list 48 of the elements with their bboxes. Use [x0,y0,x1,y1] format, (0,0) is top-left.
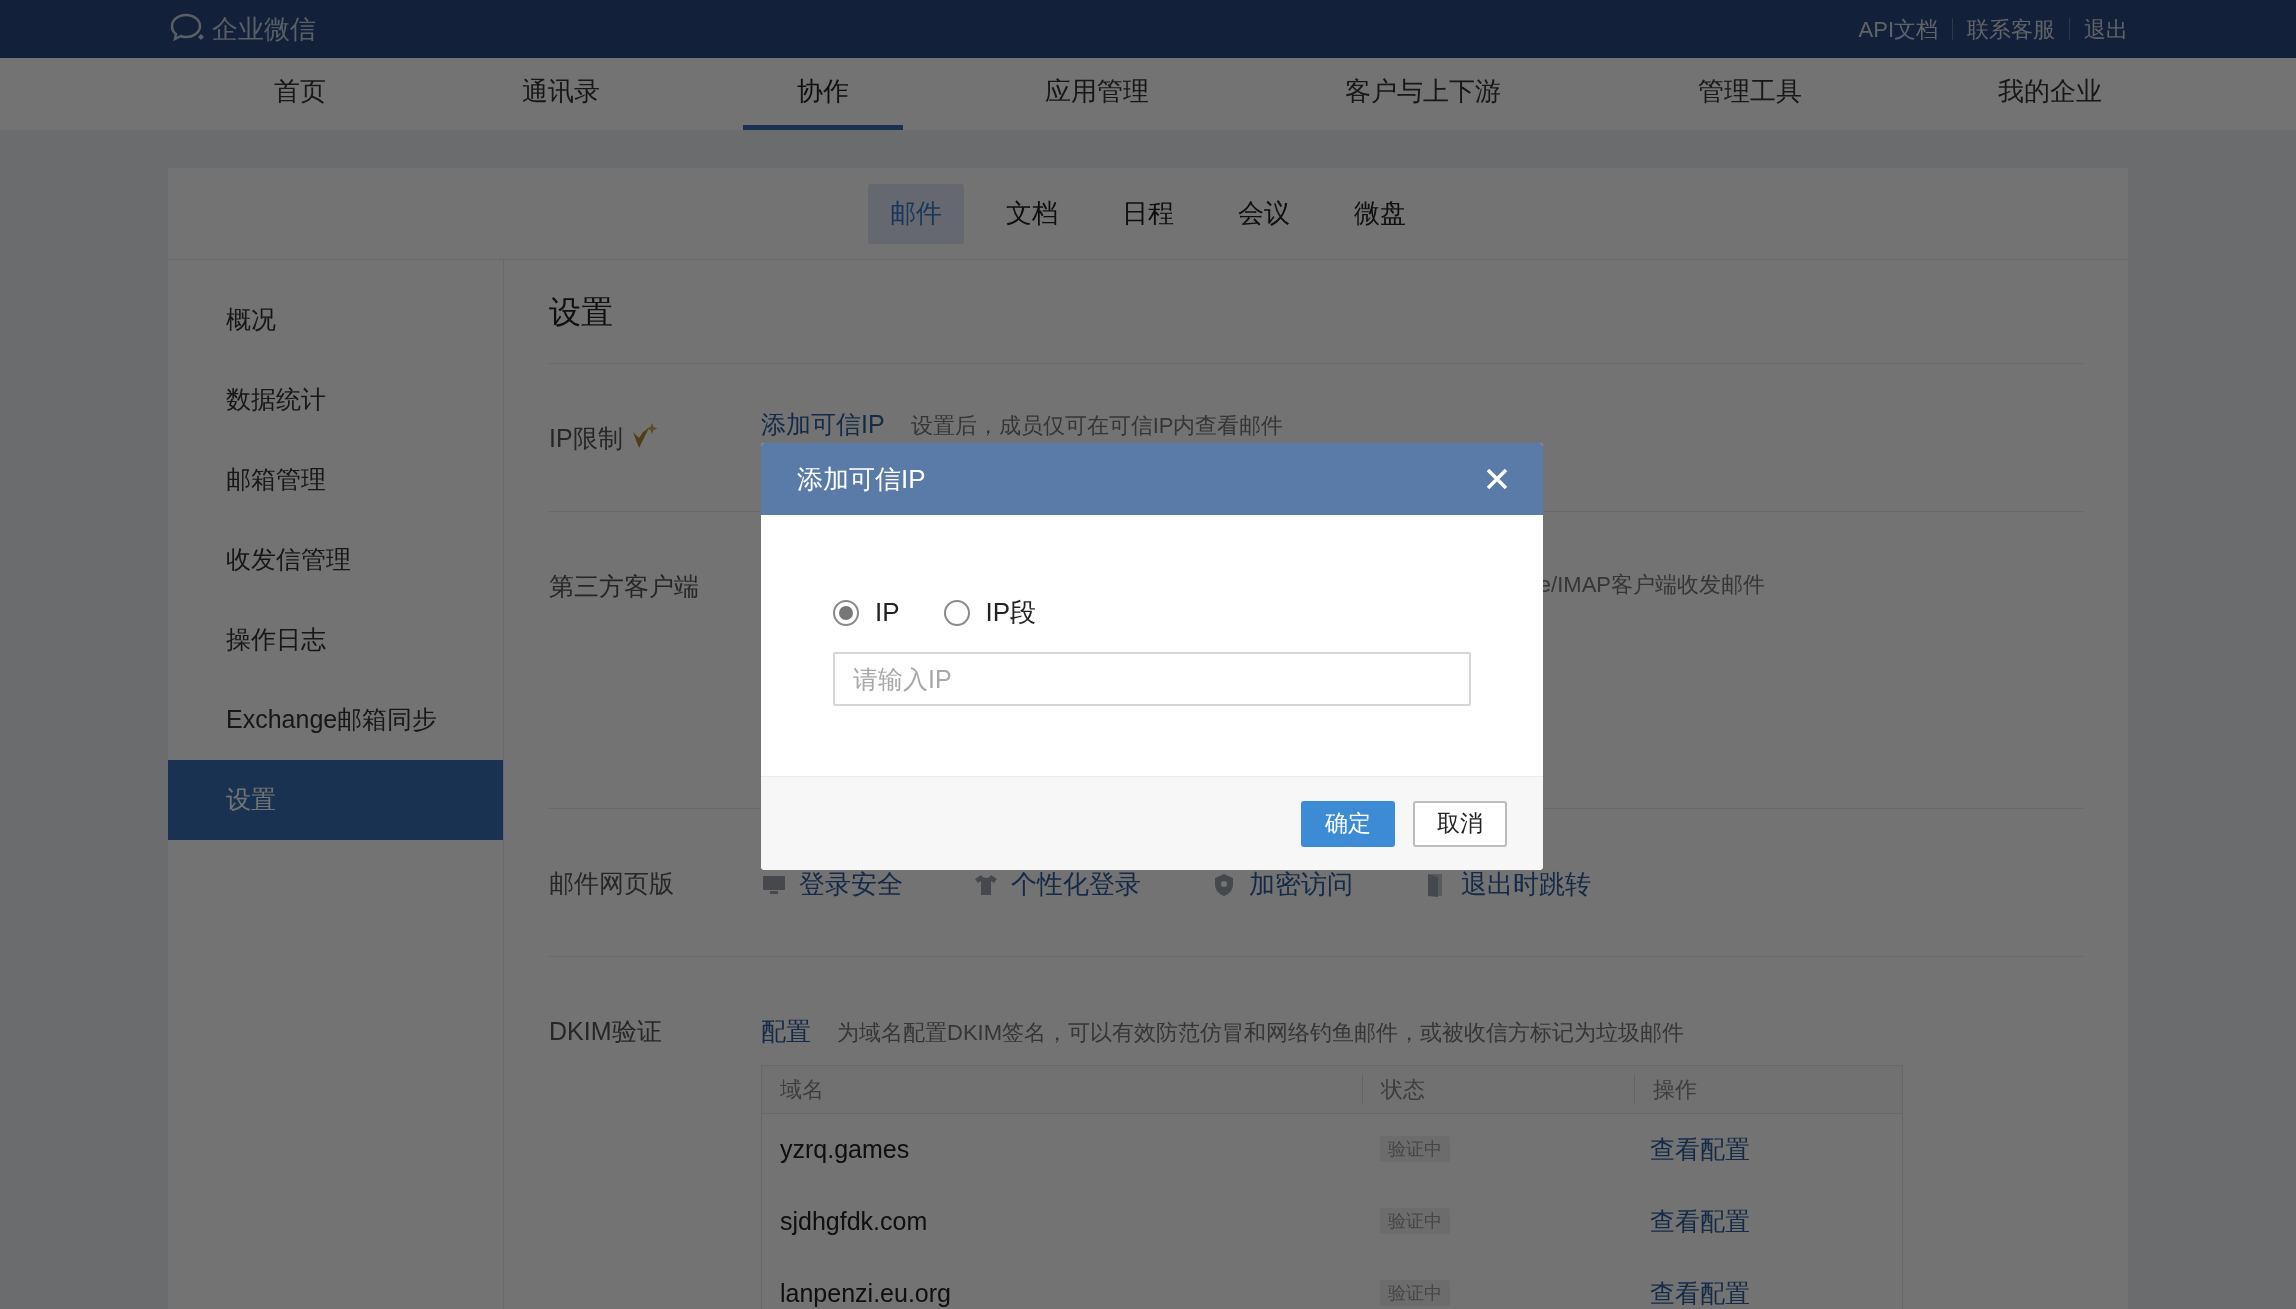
top-link[interactable]: 退出 [2084,12,2128,46]
top-link[interactable]: 联系客服 [1967,12,2055,46]
setting-link[interactable]: 配置 [761,1013,811,1051]
setting-link[interactable]: 添加可信IP [761,406,885,444]
sparkle-icon [630,422,659,450]
ip-input-field[interactable]: 请输入IP [833,652,1471,706]
nav-tab[interactable]: 通讯录 [468,58,655,130]
close-icon[interactable] [1485,467,1509,491]
sidebar-item[interactable]: 概况 [168,280,503,360]
page-title: 设置 [549,260,2083,364]
nav-tab[interactable]: 首页 [220,58,380,130]
table-cell: yzrq.games [780,1134,910,1163]
nav-tab[interactable]: 协作 [742,58,903,130]
sub-tab[interactable]: 微盘 [1332,183,1428,244]
sub-tab[interactable]: 邮件 [868,183,964,244]
setting-note: 为域名配置DKIM签名，可以有效防范仿冒和网络钓鱼邮件，或被收信方标记为垃圾邮件 [837,1019,1684,1047]
logo-text: 企业微信 [212,12,316,46]
setting-note: 设置后，成员仅可在可信IP内查看邮件 [910,412,1284,440]
radio-button[interactable] [833,599,859,626]
view-config-link[interactable]: 查看配置 [1650,1206,1750,1235]
table-cell: lanpenzi.eu.org [780,1278,951,1307]
setting-label: 第三方客户端 [549,571,699,602]
sub-tab[interactable]: 文档 [984,183,1080,244]
radio-label: IP段 [985,596,1037,629]
radio-label: IP [875,596,900,629]
sidebar-item[interactable]: 收发信管理 [168,520,503,600]
sidebar-item[interactable]: 操作日志 [168,600,503,680]
view-config-link[interactable]: 查看配置 [1650,1278,1750,1307]
top-link[interactable]: API文档 [1858,12,1938,46]
sidebar-item[interactable]: 数据统计 [168,360,503,440]
view-config-link[interactable]: 查看配置 [1650,1134,1750,1163]
sub-tab[interactable]: 会议 [1216,183,1312,244]
table-cell: sjdhgfdk.com [780,1206,928,1235]
sidebar-item[interactable]: Exchange邮箱同步 [168,680,503,760]
dialog-title: 添加可信IP [797,462,926,496]
nav-tab[interactable]: 客户与上下游 [1291,58,1556,130]
nav-tab[interactable]: 管理工具 [1643,58,1856,130]
confirm-button[interactable]: 确定 [1301,800,1395,847]
sidebar-item[interactable]: 设置 [168,760,503,840]
nav-tab[interactable]: 应用管理 [991,58,1203,130]
nav-tab[interactable]: 我的企业 [1943,58,2156,130]
sub-tab[interactable]: 日程 [1100,183,1196,244]
sidebar-item[interactable]: 邮箱管理 [168,440,503,520]
radio-button[interactable] [943,599,970,626]
setting-label: 邮件网页版 [549,868,674,899]
setting-label: IP限制 [549,423,623,454]
setting-label: DKIM验证 [549,1016,662,1047]
cancel-button[interactable]: 取消 [1413,800,1507,847]
